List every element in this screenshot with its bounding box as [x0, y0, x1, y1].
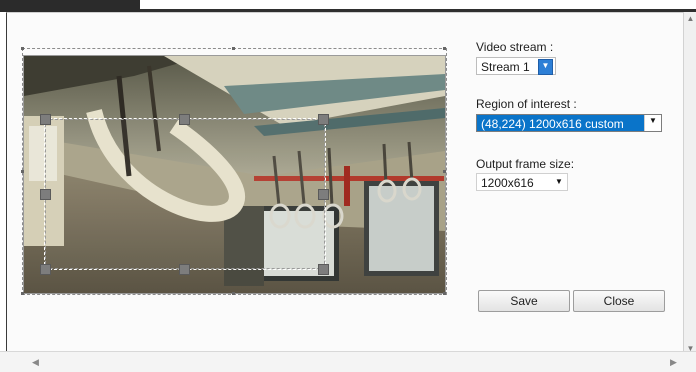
close-button[interactable]: Close	[573, 290, 665, 312]
frame-handle-bl[interactable]	[21, 292, 24, 295]
scroll-up-icon[interactable]: ▲	[686, 14, 695, 23]
scroll-right-icon[interactable]: ▶	[670, 357, 677, 368]
region-of-interest-select[interactable]: (48,224) 1200x616 custom ▼	[476, 114, 662, 132]
roi-handle-ml[interactable]	[40, 189, 51, 200]
roi-handle-bm[interactable]	[179, 264, 190, 275]
chevron-down-icon[interactable]: ▼	[553, 176, 565, 188]
video-stream-label: Video stream :	[476, 40, 554, 54]
output-frame-size-value: 1200x616	[481, 176, 534, 190]
horizontal-scrollbar[interactable]: ◀ ▶	[0, 351, 696, 372]
output-frame-size-select[interactable]: 1200x616 ▼	[476, 173, 568, 191]
region-of-interest-value: (48,224) 1200x616 custom	[481, 117, 624, 131]
frame-handle-tl[interactable]	[21, 47, 24, 50]
roi-handle-tm[interactable]	[179, 114, 190, 125]
chevron-down-icon[interactable]: ▼	[644, 115, 661, 131]
region-of-interest-label: Region of interest :	[476, 97, 577, 111]
vertical-scrollbar[interactable]: ▲ ▼	[683, 12, 696, 355]
frame-handle-ml[interactable]	[21, 170, 24, 173]
video-stream-select[interactable]: Stream 1 ▼	[476, 57, 556, 75]
frame-handle-br[interactable]	[443, 292, 446, 295]
frame-handle-mr[interactable]	[443, 170, 446, 173]
save-button[interactable]: Save	[478, 290, 570, 312]
roi-handle-tr[interactable]	[318, 114, 329, 125]
frame-handle-tr[interactable]	[443, 47, 446, 50]
roi-handle-tl[interactable]	[40, 114, 51, 125]
output-frame-size-label: Output frame size:	[476, 157, 575, 171]
chevron-down-icon[interactable]: ▼	[538, 59, 553, 75]
scroll-left-icon[interactable]: ◀	[32, 357, 39, 368]
tab-stub	[0, 0, 140, 12]
frame-handle-bm[interactable]	[232, 292, 235, 295]
window-top-bar	[0, 0, 696, 12]
roi-handle-mr[interactable]	[318, 189, 329, 200]
region-of-interest-box[interactable]	[44, 118, 326, 270]
roi-handle-bl[interactable]	[40, 264, 51, 275]
roi-handle-br[interactable]	[318, 264, 329, 275]
frame-handle-tm[interactable]	[232, 47, 235, 50]
video-stream-value: Stream 1	[481, 60, 530, 74]
